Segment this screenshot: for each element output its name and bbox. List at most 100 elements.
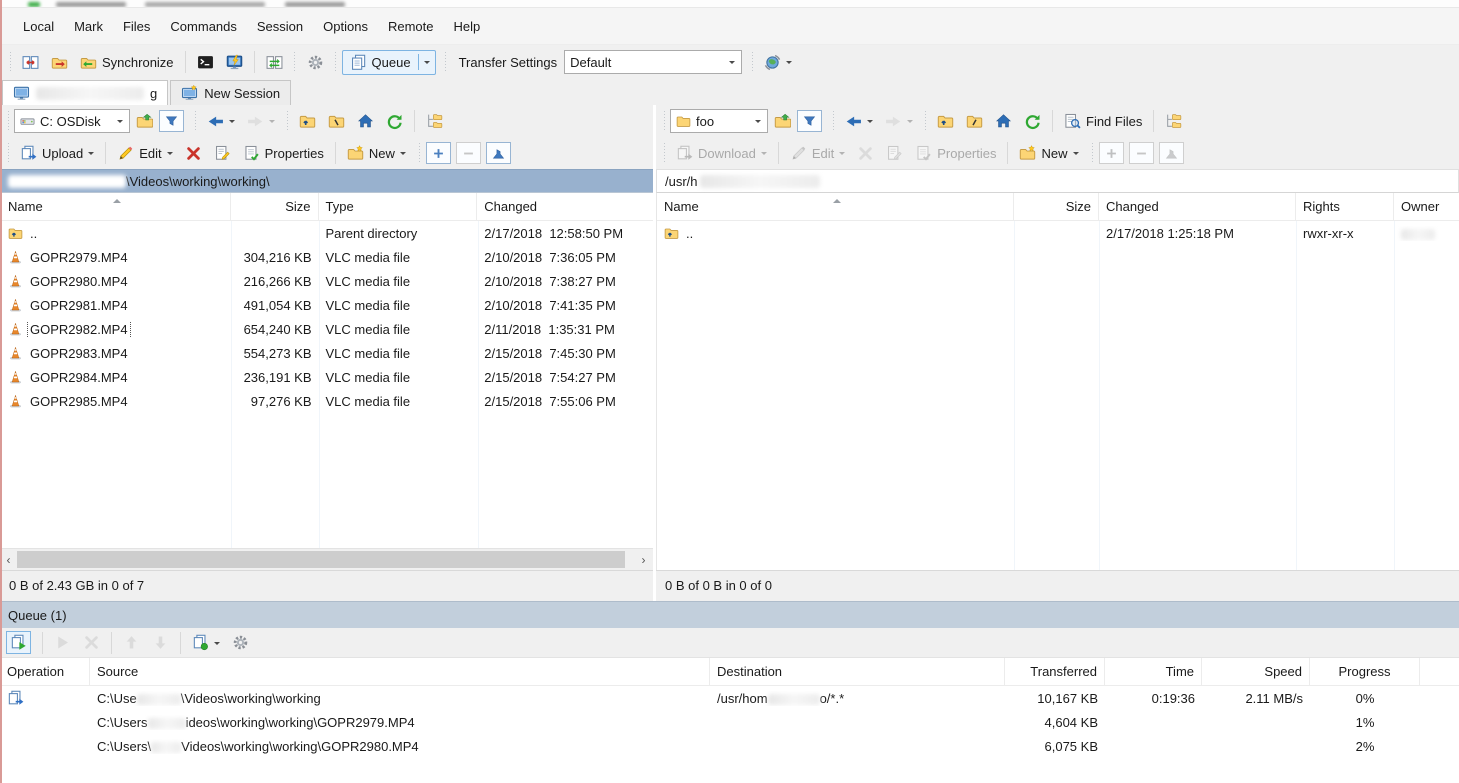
column-header-size[interactable]: Size [1014, 193, 1099, 220]
session-tab-active[interactable]: g [2, 80, 168, 105]
horizontal-scrollbar[interactable]: ‹ › [0, 548, 653, 570]
remove-column-button[interactable] [1129, 142, 1154, 164]
column-header-changed[interactable]: Changed [1099, 193, 1296, 220]
toolbar-grip[interactable] [750, 52, 754, 72]
toolbar-grip[interactable] [923, 111, 927, 131]
scrollbar-thumb[interactable] [17, 551, 625, 568]
table-row[interactable]: GOPR2983.MP4 554,273 KB VLC media file 2… [1, 341, 653, 365]
menu-remote[interactable]: Remote [379, 15, 443, 38]
toolbar-grip[interactable] [662, 111, 666, 131]
menu-files[interactable]: Files [114, 15, 159, 38]
drive-select[interactable]: C: OSDisk [14, 109, 130, 133]
swap-panels-button[interactable] [260, 50, 289, 75]
queue-move-down-button[interactable] [146, 630, 175, 655]
filter-button[interactable] [159, 110, 184, 132]
table-row-parent[interactable]: .. 2/17/2018 1:25:18 PM rwxr-xr-x [657, 221, 1459, 245]
column-header-source[interactable]: Source [90, 658, 710, 685]
column-header-speed[interactable]: Speed [1202, 658, 1310, 685]
queue-toggle-main[interactable]: Queue [343, 51, 418, 74]
queue-toggle-dropdown[interactable] [418, 54, 435, 70]
queue-row[interactable]: C:\Use\Videos\working\working /usr/homo/… [0, 686, 1459, 710]
open-directory-button[interactable] [768, 109, 797, 134]
root-directory-button[interactable] [322, 109, 351, 134]
queue-toggle-button[interactable]: Queue [342, 50, 436, 75]
table-row[interactable]: GOPR2981.MP4 491,054 KB VLC media file 2… [1, 293, 653, 317]
queue-show-button[interactable] [6, 631, 31, 654]
queue-header-band[interactable]: Queue (1) [0, 601, 1459, 628]
remote-dir-select[interactable]: foo [670, 109, 768, 133]
home-directory-button[interactable] [351, 109, 380, 134]
local-path-bar[interactable]: \Videos\working\working\ [0, 169, 653, 193]
edit-button[interactable]: Edit [784, 141, 851, 166]
tree-toggle-button[interactable] [420, 109, 449, 134]
new-button[interactable]: New [341, 141, 412, 166]
queue-resume-button[interactable] [48, 630, 77, 655]
sort-filter-button[interactable] [486, 142, 511, 164]
home-directory-button[interactable] [989, 109, 1018, 134]
column-header-operation[interactable]: Operation [0, 658, 90, 685]
table-row-parent[interactable]: .. Parent directory 2/17/2018 12:58:50 P… [1, 221, 653, 245]
scroll-left-arrow[interactable]: ‹ [0, 551, 17, 568]
transfer-settings-select[interactable]: Default [564, 50, 742, 74]
column-header-time[interactable]: Time [1105, 658, 1202, 685]
refresh-button[interactable] [380, 109, 409, 134]
download-button[interactable]: Download [670, 141, 773, 166]
table-row[interactable]: GOPR2985.MP4 97,276 KB VLC media file 2/… [1, 389, 653, 413]
synchronize-button[interactable]: Synchronize [74, 50, 180, 75]
toolbar-grip[interactable] [334, 52, 338, 72]
table-row[interactable]: GOPR2984.MP4 236,191 KB VLC media file 2… [1, 365, 653, 389]
tree-toggle-button[interactable] [1159, 109, 1188, 134]
forward-button[interactable] [241, 109, 281, 134]
add-column-button[interactable] [1099, 142, 1124, 164]
column-header-owner[interactable]: Owner [1394, 193, 1458, 220]
add-column-button[interactable] [426, 142, 451, 164]
preferences-button[interactable] [301, 50, 330, 75]
toolbar-grip[interactable] [6, 143, 10, 163]
menu-mark[interactable]: Mark [65, 15, 112, 38]
queue-delete-button[interactable] [77, 630, 106, 655]
menu-commands[interactable]: Commands [161, 15, 245, 38]
remote-path-bar[interactable]: /usr/h [656, 169, 1459, 193]
parent-directory-button[interactable] [931, 109, 960, 134]
table-row[interactable]: GOPR2980.MP4 216,266 KB VLC media file 2… [1, 269, 653, 293]
delete-button[interactable] [851, 141, 880, 166]
open-terminal-button[interactable] [191, 50, 220, 75]
rename-button[interactable] [208, 141, 237, 166]
toolbar-grip[interactable] [418, 143, 422, 163]
menu-help[interactable]: Help [444, 15, 489, 38]
remove-column-button[interactable] [456, 142, 481, 164]
column-header-progress[interactable]: Progress [1310, 658, 1420, 685]
filter-button[interactable] [797, 110, 822, 132]
column-header-size[interactable]: Size [231, 193, 319, 220]
sync-browsing-button[interactable] [45, 50, 74, 75]
toolbar-grip[interactable] [662, 143, 666, 163]
properties-button[interactable]: Properties [909, 141, 1002, 166]
split-panes-button[interactable] [16, 50, 45, 75]
toolbar-grip[interactable] [831, 111, 835, 131]
queue-move-up-button[interactable] [117, 630, 146, 655]
parent-directory-button[interactable] [293, 109, 322, 134]
queue-row[interactable]: C:\Users\Videos\working\working\GOPR2980… [0, 734, 1459, 758]
new-session-tab[interactable]: New Session [170, 80, 291, 105]
toolbar-grip[interactable] [285, 111, 289, 131]
new-button[interactable]: New [1013, 141, 1084, 166]
toolbar-grip[interactable] [193, 111, 197, 131]
menu-local[interactable]: Local [14, 15, 63, 38]
menu-session[interactable]: Session [248, 15, 312, 38]
queue-idle-button[interactable] [186, 630, 226, 655]
root-directory-button[interactable] [960, 109, 989, 134]
transfer-options-button[interactable] [758, 50, 798, 75]
refresh-button[interactable] [1018, 109, 1047, 134]
queue-preferences-button[interactable] [226, 630, 255, 655]
table-row[interactable]: GOPR2979.MP4 304,216 KB VLC media file 2… [1, 245, 653, 269]
delete-button[interactable] [179, 141, 208, 166]
queue-row[interactable]: C:\Usersideos\working\working\GOPR2979.M… [0, 710, 1459, 734]
back-button[interactable] [839, 109, 879, 134]
toolbar-grip[interactable] [444, 52, 448, 72]
rename-button[interactable] [880, 141, 909, 166]
edit-button[interactable]: Edit [111, 141, 178, 166]
column-header-rights[interactable]: Rights [1296, 193, 1394, 220]
find-files-button[interactable]: Find Files [1058, 109, 1148, 134]
scroll-right-arrow[interactable]: › [635, 551, 652, 568]
console-button[interactable] [220, 50, 249, 75]
